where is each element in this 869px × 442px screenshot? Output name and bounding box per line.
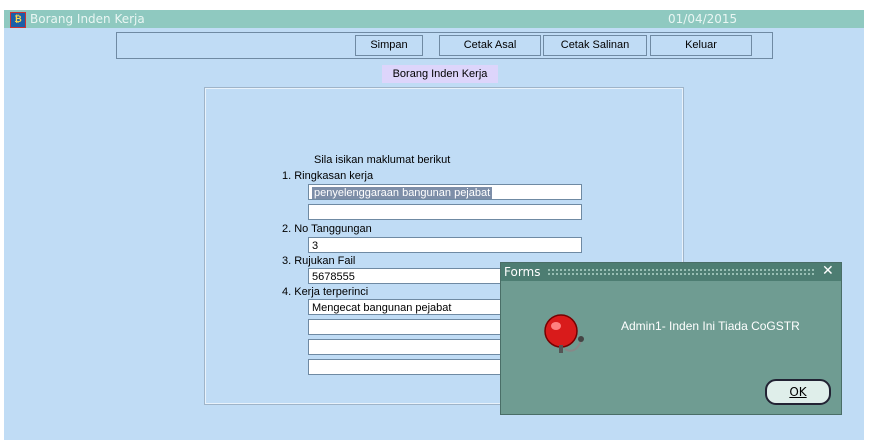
dialog-title: Forms	[504, 265, 541, 279]
form-instruction: Sila isikan maklumat berikut	[314, 154, 451, 166]
form-heading: Borang Inden Kerja	[382, 65, 498, 83]
window-title: Borang Inden Kerja	[30, 12, 145, 26]
tanggungan-label: 2. No Tanggungan	[282, 223, 372, 235]
cetak-salinan-button[interactable]: Cetak Salinan	[543, 35, 647, 56]
rujukan-label: 3. Rujukan Fail	[282, 255, 356, 267]
alert-dialog: Forms ✕ Admin1- Inden Ini Tiada CoGSTR O…	[500, 262, 842, 415]
kerja-label: 4. Kerja terperinci	[282, 286, 369, 298]
dialog-drag-grip[interactable]	[547, 268, 815, 276]
ringkasan-label: 1. Ringkasan kerja	[282, 170, 374, 182]
dialog-title-bar[interactable]: Forms ✕	[501, 263, 841, 281]
ringkasan-value-1: penyelenggaraan bangunan pejabat	[312, 187, 493, 199]
ok-button-label: OK	[789, 385, 807, 399]
dialog-message: Admin1- Inden Ini Tiada CoGSTR	[621, 319, 800, 333]
tanggungan-field[interactable]: 3	[308, 237, 582, 253]
window-date: 01/04/2015	[668, 12, 738, 26]
oracle-forms-app-icon: ₿	[10, 12, 26, 28]
window-title-bar: ₿ Borang Inden Kerja 01/04/2015 :	[4, 10, 864, 28]
ok-button[interactable]: OK	[765, 379, 831, 405]
alarm-bell-icon	[544, 314, 584, 353]
ringkasan-field-1[interactable]: penyelenggaraan bangunan pejabat	[308, 184, 582, 200]
cetak-asal-button[interactable]: Cetak Asal	[439, 35, 541, 56]
toolbar: Simpan Cetak Asal Cetak Salinan Keluar	[116, 32, 773, 59]
simpan-button[interactable]: Simpan	[355, 35, 423, 56]
close-icon[interactable]: ✕	[822, 263, 834, 279]
keluar-button[interactable]: Keluar	[650, 35, 752, 56]
ringkasan-field-2[interactable]	[308, 204, 582, 220]
